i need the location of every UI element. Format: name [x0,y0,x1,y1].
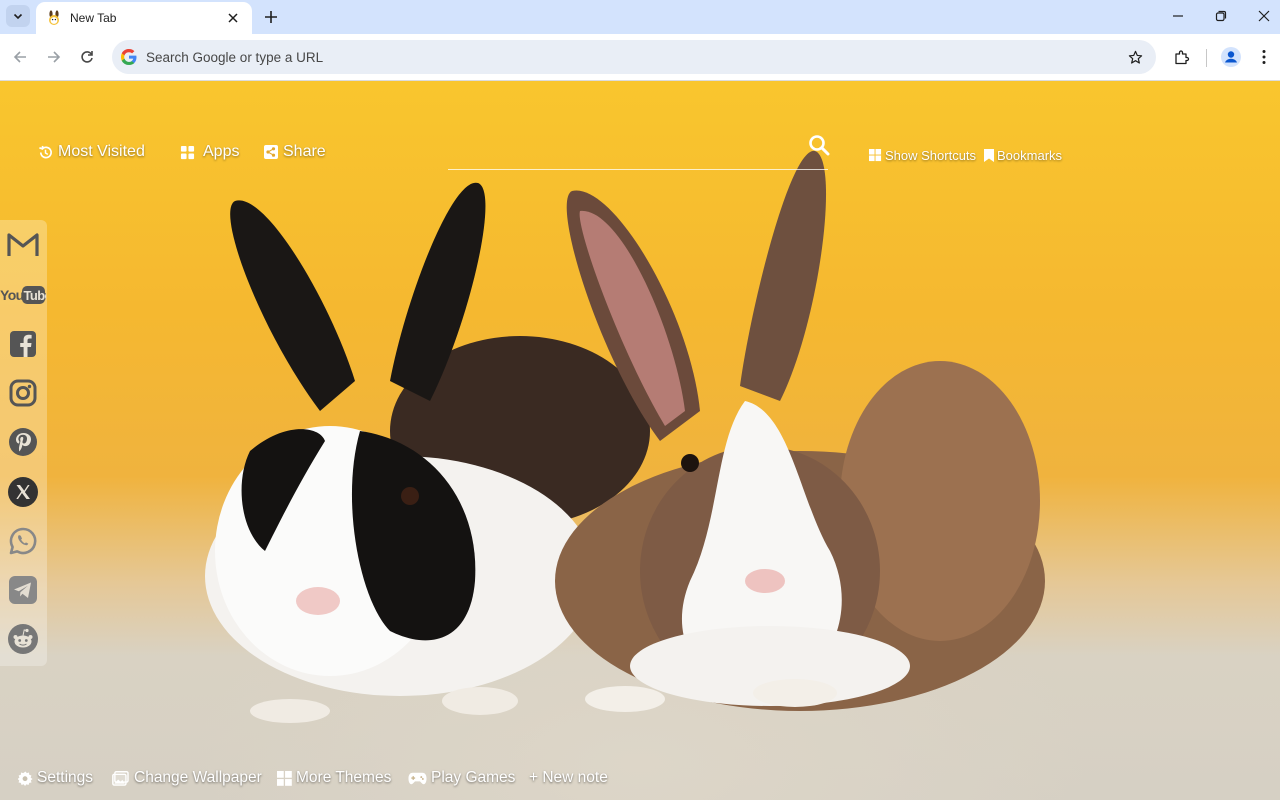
telegram-icon[interactable] [4,571,42,609]
extensions-button[interactable] [1167,42,1197,72]
star-icon [1128,50,1142,64]
bookmarks-link[interactable]: Bookmarks [984,148,1062,163]
plus-icon [265,11,277,23]
menu-button[interactable] [1249,42,1279,72]
gear-icon [18,770,33,786]
gmail-icon[interactable] [4,226,42,264]
reload-button[interactable] [72,42,102,72]
tab-strip: New Tab [0,0,1280,34]
arrow-left-icon [13,51,26,63]
share-link[interactable]: Share [264,143,326,161]
share-icon [264,145,278,159]
omnibox[interactable] [112,40,1156,74]
most-visited-link[interactable]: Most Visited [38,143,145,161]
address-input[interactable] [146,49,1120,65]
social-sidebar: YouTube Tube [0,220,47,666]
reload-icon [81,51,93,63]
settings-link[interactable]: Settings [18,769,93,787]
restore-icon [1215,10,1227,22]
windows-grid-icon [277,770,292,786]
close-window-button[interactable] [1242,2,1280,30]
play-games-link[interactable]: Play Games [408,769,515,787]
svg-text:Tube: Tube [24,288,47,303]
minimize-button[interactable] [1156,2,1200,30]
restore-button[interactable] [1199,2,1243,30]
back-button[interactable] [5,42,35,72]
tab-search-button[interactable] [6,5,30,27]
new-tab-page: Most Visited Apps Share Show Shortcuts B… [0,81,1280,800]
tab-title: New Tab [70,11,117,25]
search-underline [448,169,828,170]
minimize-icon [1173,15,1183,17]
image-icon [112,770,129,786]
grid-icon [869,149,882,162]
gamepad-icon [408,772,427,785]
change-wallpaper-link[interactable]: Change Wallpaper [112,769,262,787]
new-note-link[interactable]: + New note [529,769,608,787]
wallpaper-image [205,150,1045,723]
forward-button[interactable] [39,42,69,72]
toolbar-separator [1206,49,1207,67]
close-icon [1258,10,1270,22]
arrow-right-icon [48,51,61,63]
show-shortcuts-link[interactable]: Show Shortcuts [869,148,976,163]
apps-link[interactable]: Apps [180,143,239,161]
more-vert-icon [1262,50,1266,64]
search-icon[interactable] [808,134,830,161]
bookmark-icon [984,149,994,162]
instagram-icon[interactable] [4,374,42,412]
x-icon[interactable] [4,473,42,511]
tab-new-tab[interactable]: New Tab [36,2,252,34]
browser-toolbar [0,34,1280,81]
whatsapp-icon[interactable] [4,522,42,560]
history-icon [38,145,53,160]
profile-button[interactable] [1216,42,1246,72]
bookmark-star-button[interactable] [1120,42,1150,72]
facebook-icon[interactable] [4,325,42,363]
tab-close-button[interactable] [224,9,242,27]
youtube-icon[interactable]: YouTube Tube [0,276,46,314]
favicon-icon [46,10,62,26]
chevron-down-icon [13,13,23,20]
avatar-icon [1221,47,1241,67]
pinterest-icon[interactable] [4,423,42,461]
apps-grid-icon [180,145,195,160]
reddit-icon[interactable] [4,620,42,658]
google-icon [121,49,137,65]
more-themes-link[interactable]: More Themes [277,769,391,787]
close-icon [228,13,238,23]
new-tab-button[interactable] [258,4,284,30]
puzzle-icon [1175,50,1190,65]
